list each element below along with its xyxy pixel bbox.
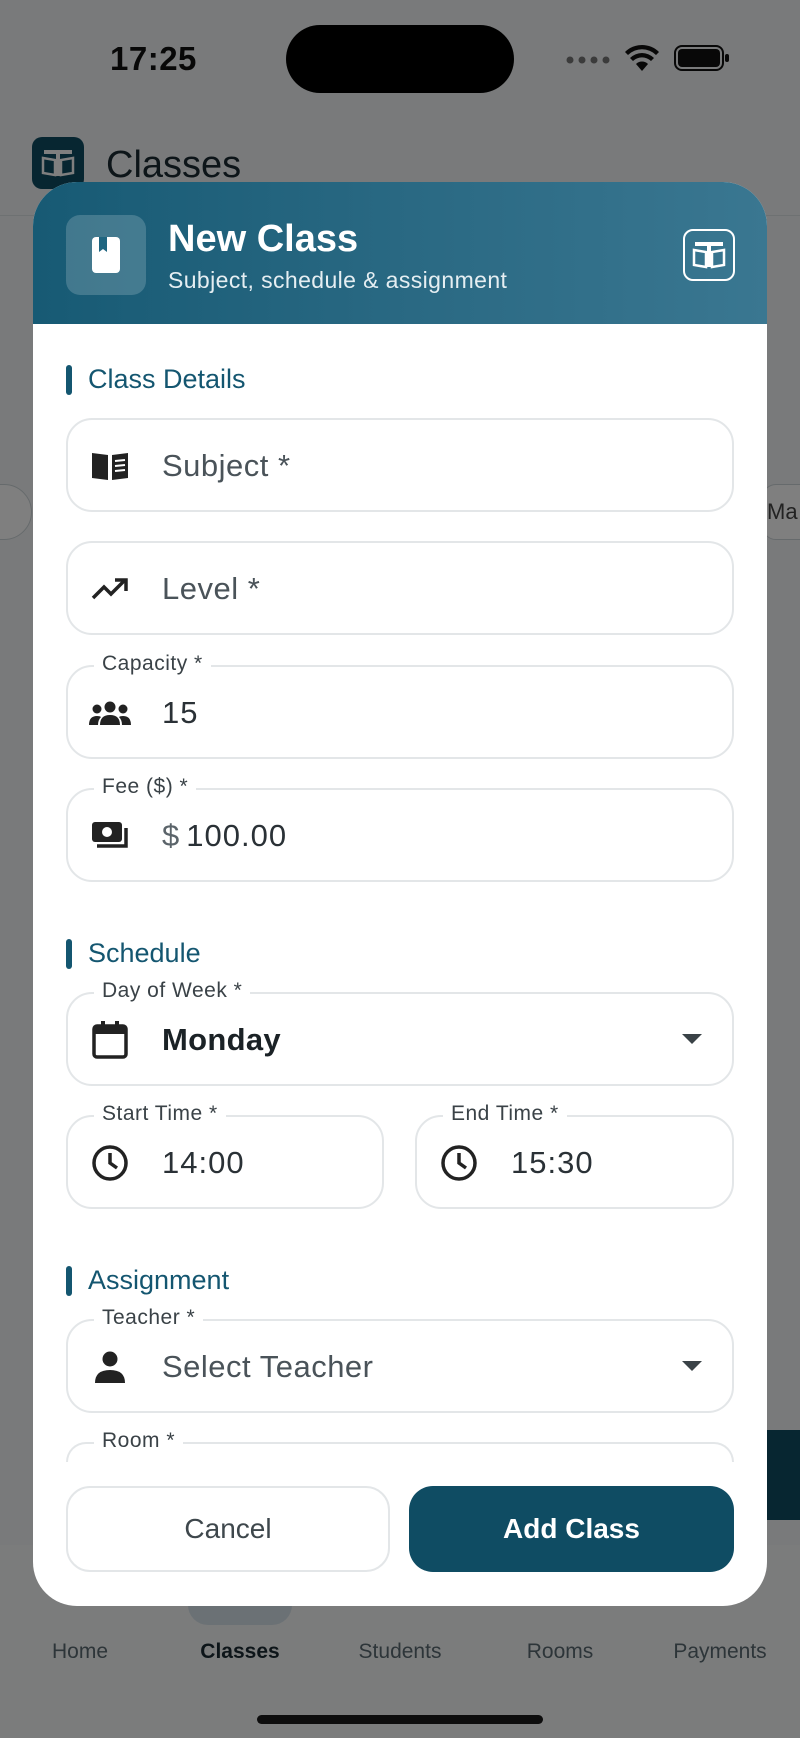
chevron-down-icon xyxy=(682,1034,702,1044)
section-assignment: Assignment xyxy=(66,1265,229,1296)
subject-placeholder: Subject * xyxy=(162,448,291,483)
classroom-icon xyxy=(683,229,735,281)
cancel-button[interactable]: Cancel xyxy=(66,1486,390,1572)
capacity-label: Capacity * xyxy=(94,652,211,676)
new-class-dialog: New Class Subject, schedule & assignment… xyxy=(33,182,767,1606)
money-icon xyxy=(88,814,132,858)
start-time-value: 14:00 xyxy=(162,1145,245,1180)
fee-field[interactable]: Fee ($) * $100.00 xyxy=(66,775,734,882)
subject-field[interactable]: Subject * xyxy=(66,418,734,512)
day-value: Monday xyxy=(162,1022,281,1057)
fee-currency-prefix: $ xyxy=(162,818,181,853)
fee-value: $100.00 xyxy=(162,818,287,854)
level-placeholder: Level * xyxy=(162,571,261,606)
end-time-value: 15:30 xyxy=(511,1145,594,1180)
start-time-field[interactable]: Start Time * 14:00 xyxy=(66,1102,384,1209)
teacher-placeholder: Select Teacher xyxy=(162,1349,374,1384)
capacity-field[interactable]: Capacity * 15 xyxy=(66,652,734,759)
group-icon xyxy=(88,691,132,735)
teacher-select[interactable]: Teacher * Select Teacher xyxy=(66,1306,734,1413)
section-class-details: Class Details xyxy=(66,364,246,395)
dialog-subtitle: Subject, schedule & assignment xyxy=(168,267,508,293)
person-icon xyxy=(88,1345,132,1389)
section-title: Assignment xyxy=(88,1265,230,1295)
clock-icon xyxy=(437,1141,481,1185)
section-title: Class Details xyxy=(88,364,246,394)
section-schedule: Schedule xyxy=(66,938,201,969)
day-label: Day of Week * xyxy=(94,979,251,1003)
room-label: Room * xyxy=(94,1429,184,1453)
room-select[interactable]: Room * xyxy=(66,1429,734,1462)
calendar-icon xyxy=(88,1018,132,1062)
bookmark-book-icon xyxy=(66,215,146,295)
capacity-value: 15 xyxy=(162,695,199,730)
fee-amount: 100.00 xyxy=(186,818,288,853)
section-title: Schedule xyxy=(88,938,201,968)
clock-icon xyxy=(88,1141,132,1185)
start-time-label: Start Time * xyxy=(94,1102,226,1126)
book-icon xyxy=(88,444,132,488)
add-class-button[interactable]: Add Class xyxy=(409,1486,734,1572)
fee-label: Fee ($) * xyxy=(94,775,197,799)
dialog-header: New Class Subject, schedule & assignment xyxy=(33,182,767,324)
teacher-label: Teacher * xyxy=(94,1306,204,1330)
trending-up-icon xyxy=(88,567,132,611)
dialog-title: New Class xyxy=(168,218,359,260)
day-of-week-select[interactable]: Day of Week * Monday xyxy=(66,979,734,1086)
level-field[interactable]: Level * xyxy=(66,541,734,635)
end-time-field[interactable]: End Time * 15:30 xyxy=(415,1102,734,1209)
chevron-down-icon xyxy=(682,1361,702,1371)
end-time-label: End Time * xyxy=(443,1102,567,1126)
